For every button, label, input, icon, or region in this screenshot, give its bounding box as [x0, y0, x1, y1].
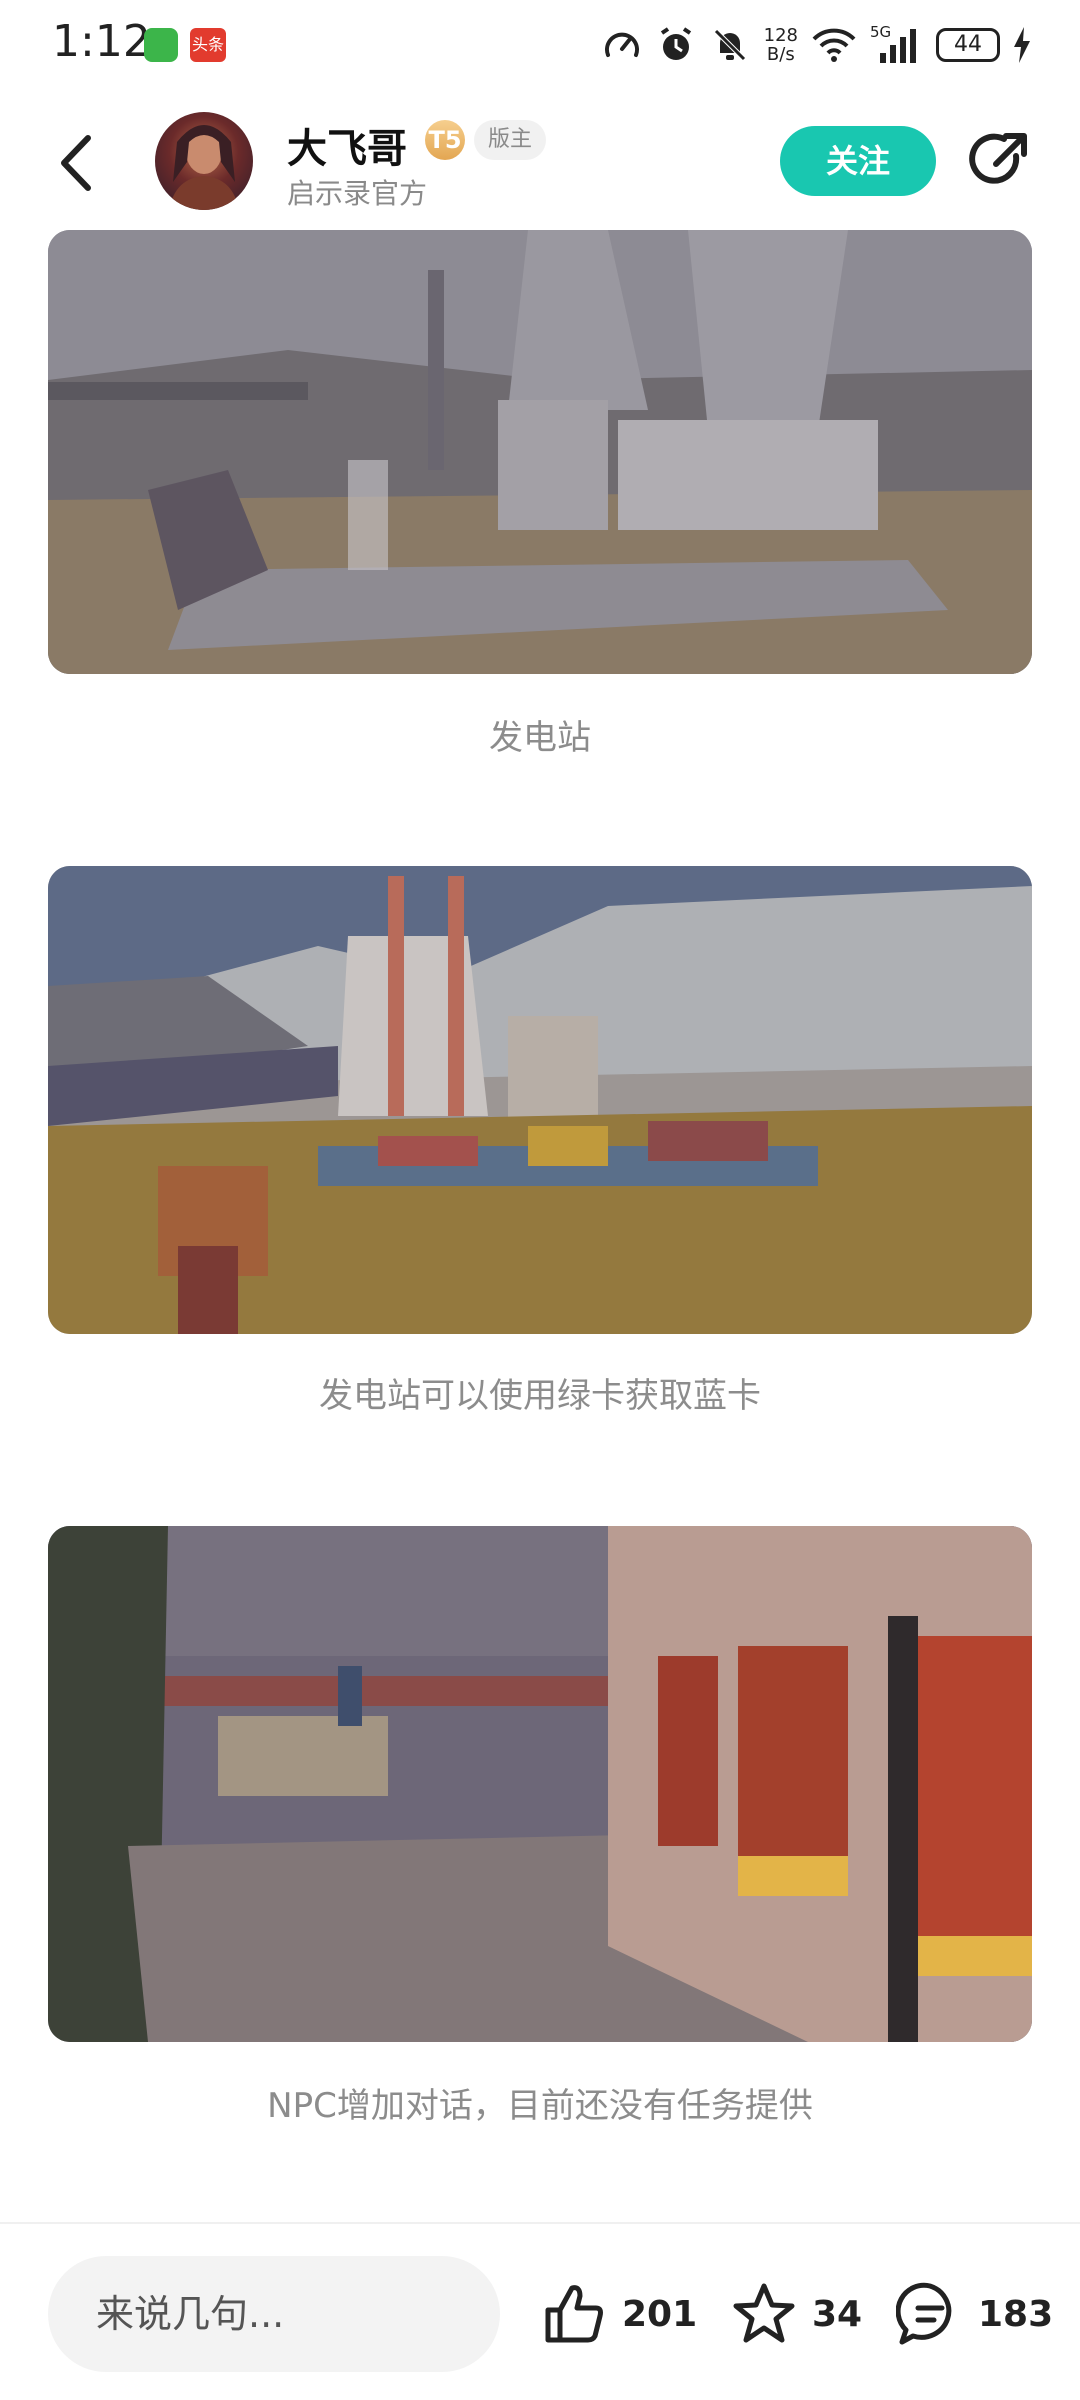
- post-image-2[interactable]: [48, 866, 1032, 1334]
- net-speed-unit: B/s: [766, 44, 795, 65]
- image-caption-3: NPC增加对话，目前还没有任务提供: [267, 2086, 813, 2126]
- cellular-signal-icon: 5G: [870, 23, 922, 65]
- comment-count: 183: [978, 2293, 1054, 2335]
- follow-button[interactable]: 关注: [780, 126, 936, 196]
- like-button[interactable]: 201: [540, 2276, 697, 2352]
- back-button[interactable]: [46, 128, 106, 198]
- status-time: 1:12: [52, 16, 151, 67]
- user-name[interactable]: 大飞哥: [287, 116, 407, 174]
- alarm-icon: [660, 27, 691, 60]
- status-bar: 1:12 头条 128 B/s 5G 44: [0, 0, 1080, 90]
- thumbs-up-icon: [545, 2285, 603, 2343]
- post-header: 大飞哥 T5 版主 启示录官方 关注: [0, 100, 1080, 230]
- comment-input[interactable]: 来说几句...: [48, 2256, 500, 2372]
- level-badge: T5: [425, 120, 465, 160]
- favorite-button[interactable]: 34: [730, 2276, 862, 2352]
- like-count: 201: [622, 2293, 698, 2335]
- battery-icon: 44: [936, 28, 1000, 62]
- speedometer-icon: [604, 32, 639, 57]
- wifi-icon: [812, 28, 856, 62]
- post-content: 发电站 发电站可以使用绿卡获取蓝卡 NPC增加对话，目前还没有任务提供: [0, 230, 1080, 2220]
- comment-bubble-icon: [896, 2282, 952, 2345]
- user-subtitle: 启示录官方: [287, 177, 428, 210]
- net-speed: 128 B/s: [764, 26, 798, 64]
- post-image-1[interactable]: [48, 230, 1032, 674]
- image-caption-2: 发电站可以使用绿卡获取蓝卡: [319, 1376, 761, 1416]
- toutiao-app-icon: 头条: [190, 28, 226, 62]
- charging-icon: [1014, 27, 1030, 63]
- bottom-divider: [0, 2222, 1080, 2224]
- status-icons: 128 B/s 5G 44: [602, 20, 1030, 70]
- image-caption-1: 发电站: [489, 718, 591, 758]
- post-image-3[interactable]: [48, 1526, 1032, 2042]
- moderator-badge: 版主: [474, 120, 547, 160]
- mute-bell-icon: [713, 29, 746, 61]
- comments-button[interactable]: 183: [896, 2276, 1053, 2352]
- star-icon: [733, 2283, 795, 2343]
- favorite-count: 34: [812, 2293, 863, 2335]
- avatar[interactable]: [155, 112, 253, 210]
- net-speed-value: 128: [763, 25, 798, 46]
- share-icon[interactable]: [966, 128, 1032, 194]
- message-app-icon: [144, 28, 178, 62]
